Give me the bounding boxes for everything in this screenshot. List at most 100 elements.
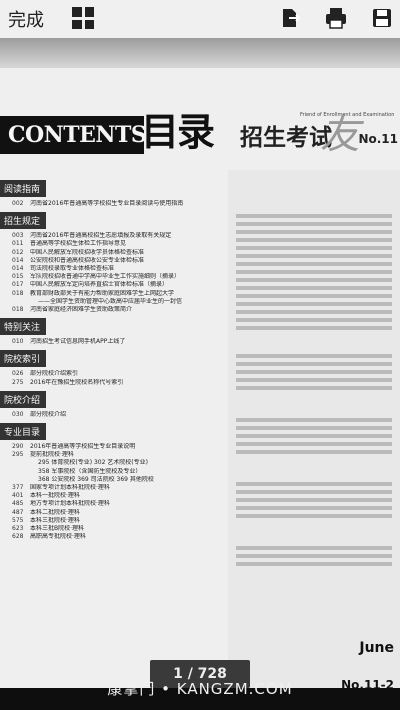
toc-item[interactable]: 487 本科二批院校·理科 (0, 509, 222, 517)
toc-item-page: 017 (12, 281, 24, 289)
toc-item-text: 2016年普通高等学校招生专业目录说明 (30, 443, 136, 451)
toc-item[interactable]: 401 本科一批院校·理科 (0, 492, 222, 500)
toc-item-page: 015 (12, 273, 24, 281)
masthead-panel: June No.11-2 (228, 170, 400, 692)
toc-item-text: 本科一批院校·理科 (30, 492, 80, 500)
toc-item-text: 本科三批院校·理科 (30, 516, 80, 524)
toc-item-page: 623 (12, 525, 24, 533)
table-of-contents: 阅读指南 002 河南省2016年普通高等学校招生专业目录阅读与使用指南招生规定 00… (0, 176, 222, 541)
toc-item-text: 司法院校录取专业体格检查标准 (30, 265, 115, 273)
toc-item[interactable]: 275 2016年在豫招生院校名称代号索引 (0, 379, 222, 387)
toc-item[interactable]: 012 中国人民解放军院校招收学员体格检查标准 (0, 249, 222, 257)
toc-item-text: 河南省2016年普通高校招生志愿填报及录取有关规定 (30, 232, 172, 240)
toc-item-text: 提前批院校·理科 (30, 451, 74, 459)
toc-item-text: 普通高等学校招生体检工作指导意见 (30, 240, 127, 248)
toc-item-text: 公安院校和普通高校招收公安专业体检标准 (30, 256, 145, 264)
toc-item-page: 014 (12, 256, 24, 264)
toc-section-title: 专业目录 (0, 423, 47, 441)
toc-item[interactable]: 623 本科三批B院校·理科 (0, 525, 222, 533)
toc-item[interactable]: 368 公安院校 369 司法院校 369 其他院校 (0, 476, 222, 484)
toc-item-page: 018 (12, 289, 24, 297)
issue-number: No.11 (358, 132, 398, 146)
toc-item[interactable]: 003 河南省2016年普通高校招生志愿填报及录取有关规定 (0, 232, 222, 240)
toc-item-page: 012 (12, 248, 24, 256)
toc-item[interactable]: 030 部分院校介绍 (0, 411, 222, 419)
toc-item-page: 002 (12, 200, 24, 207)
toc-item[interactable]: 015 军队院校招收普通中学高中毕业生工作实施细则（摘录） (0, 273, 222, 281)
toc-item[interactable]: 295 体育院校(专业) 302 艺术院校(专业) (0, 459, 222, 467)
print-icon[interactable] (324, 6, 348, 30)
toc-item-page: 290 (12, 443, 24, 451)
export-icon[interactable] (278, 6, 302, 30)
toc-section-title: 院校介绍 (0, 390, 47, 408)
document-page[interactable]: CONTENTS 目录 Friend of Enrollment and Exa… (0, 38, 400, 710)
contents-banner: CONTENTS (0, 116, 147, 154)
toc-item-text: 295 体育院校(专业) 302 艺术院校(专业) (38, 459, 148, 467)
toc-item[interactable]: 014 司法院校录取专业体格检查标准 (0, 265, 222, 273)
mulu-title: 目录 (141, 109, 215, 154)
toc-item-text: 河南省2016年普通高等学校招生专业目录阅读与使用指南 (30, 200, 184, 207)
toc-item-page: 014 (12, 265, 24, 273)
contents-header: CONTENTS 目录 Friend of Enrollment and Exa… (0, 110, 400, 165)
grid-icon[interactable] (72, 7, 94, 29)
toc-item-text: 368 公安院校 369 司法院校 369 其他院校 (38, 475, 154, 483)
toc-item[interactable]: 575 本科三批院校·理科 (0, 517, 222, 525)
toc-item-page: 018 (12, 306, 24, 314)
top-toolbar: 完成 (0, 0, 400, 39)
journal-mark: 友 (320, 112, 360, 158)
save-icon[interactable] (370, 6, 394, 30)
toc-item[interactable]: 295 提前批院校·理科 (0, 451, 222, 459)
toc-item-text: 军队院校招收普通中学高中毕业生工作实施细则（摘录） (30, 273, 181, 281)
toc-section-title: 特别关注 (0, 318, 47, 336)
toc-item[interactable]: 018 河南省家庭经济困难学生资助政策简介 (0, 306, 222, 314)
toc-section-title: 院校索引 (0, 350, 47, 368)
toc-item[interactable]: 026 部分院校介绍索引 (0, 370, 222, 378)
toc-item-text: 部分院校介绍 (30, 410, 67, 418)
toc-section-title: 招生规定 (0, 212, 47, 230)
toc-item-page: 487 (12, 508, 24, 516)
toolbar-actions (278, 6, 394, 30)
toc-item[interactable]: 017 中国人民解放军定向培养直招士官体检标准（摘录） (0, 281, 222, 289)
toc-item-page: 295 (12, 451, 24, 459)
toc-item-page: 575 (12, 516, 24, 524)
toc-item-page: 003 (12, 232, 24, 240)
toc-item[interactable]: 014 公安院校和普通高校招收公安专业体检标准 (0, 257, 222, 265)
toc-item-page: 026 (12, 370, 24, 378)
toc-item-page: 275 (12, 378, 24, 386)
toc-item-text: 2016年在豫招生院校名称代号索引 (30, 378, 124, 386)
toc-item-text: 河南招生考试信息网手机APP上线了 (30, 338, 126, 346)
toc-item-text: ——全国学生资助管理中心致高中应届毕业生的一封信 (38, 297, 183, 305)
toc-item-text: 高职高专批院校·理科 (30, 533, 86, 541)
toc-item-text: 地方专项计划本科批院校·理科 (30, 500, 110, 508)
toc-item-text: 本科二批院校·理科 (30, 508, 80, 516)
toc-item-page: 030 (12, 410, 24, 418)
toc-item-page: 377 (12, 484, 24, 492)
toc-item-page: 485 (12, 500, 24, 508)
toc-item-text: 中国人民解放军院校招收学员体格检查标准 (30, 248, 145, 256)
toc-item-text: 中国人民解放军定向培养直招士官体检标准（摘录） (30, 281, 169, 289)
toc-item-page: 401 (12, 492, 24, 500)
toc-item[interactable]: ——全国学生资助管理中心致高中应届毕业生的一封信 (0, 298, 222, 306)
month-label: June (359, 640, 394, 656)
toc-item[interactable]: 010 河南招生考试信息网手机APP上线了 (0, 338, 222, 346)
toc-item-text: 国家专项计划本科批院校·理科 (30, 484, 110, 492)
toc-item-text: 本科三批B院校·理科 (30, 525, 85, 533)
toc-item-text: 部分院校介绍索引 (30, 370, 79, 378)
toc-item-page: 628 (12, 533, 24, 541)
toc-item[interactable]: 358 军事院校（含国防生院校及专业） (0, 468, 222, 476)
toc-item-text: 358 军事院校（含国防生院校及专业） (38, 467, 142, 475)
toc-section-title: 阅读指南 (0, 180, 47, 197)
toc-item[interactable]: 011 普通高等学校招生体检工作指导意见 (0, 240, 222, 248)
toc-item[interactable]: 018 教育部财政部关于有能力帮助家庭困难学生上网起大学 (0, 290, 222, 298)
toc-item-page: 011 (12, 240, 24, 248)
toc-item[interactable]: 002 河南省2016年普通高等学校招生专业目录阅读与使用指南 (0, 200, 222, 208)
toc-item-text: 教育部财政部关于有能力帮助家庭困难学生上网起大学 (30, 289, 175, 297)
toc-item[interactable]: 485 地方专项计划本科批院校·理科 (0, 500, 222, 508)
toc-item-text: 河南省家庭经济困难学生资助政策简介 (30, 306, 133, 314)
toc-item[interactable]: 290 2016年普通高等学校招生专业目录说明 (0, 443, 222, 451)
page-top-shadow (0, 38, 400, 68)
done-button[interactable]: 完成 (8, 6, 44, 32)
toc-item[interactable]: 377 国家专项计划本科批院校·理科 (0, 484, 222, 492)
toc-item[interactable]: 628 高职高专批院校·理科 (0, 533, 222, 541)
watermark: 康掌门 • KANGZM.COM (107, 680, 293, 698)
